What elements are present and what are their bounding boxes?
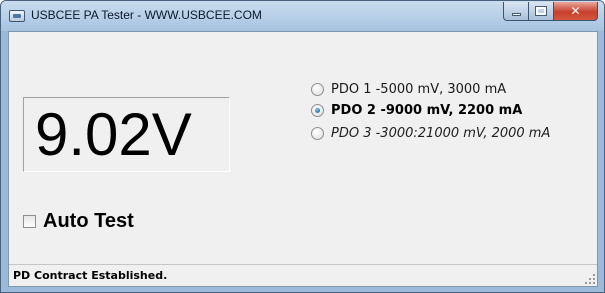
voltage-value: 9.02V <box>35 101 192 168</box>
pdo-option-2[interactable]: PDO 2 -9000 mV, 2200 mA <box>311 103 522 118</box>
title-bar[interactable]: USBCEE PA Tester - WWW.USBCEE.COM ✕ <box>1 1 604 31</box>
pdo-option-label: PDO 2 -9000 mV, 2200 mA <box>331 103 523 118</box>
minimize-button[interactable] <box>503 2 529 21</box>
resize-grip-icon[interactable] <box>584 273 595 284</box>
radio-button[interactable] <box>311 127 324 140</box>
pdo-option-1[interactable]: PDO 1 -5000 mV, 3000 mA <box>311 82 506 97</box>
pdo-option-label: PDO 3 -3000:21000 mV, 2000 mA <box>331 126 551 141</box>
auto-test-checkbox[interactable] <box>23 215 36 228</box>
radio-button[interactable] <box>311 83 324 96</box>
minimize-icon <box>511 12 521 16</box>
maximize-icon <box>535 6 547 16</box>
pdo-option-3[interactable]: PDO 3 -3000:21000 mV, 2000 mA <box>311 126 550 141</box>
window-title: USBCEE PA Tester - WWW.USBCEE.COM <box>31 8 262 22</box>
status-bar: PD Contract Established. <box>9 264 597 286</box>
caption-buttons: ✕ <box>503 2 598 21</box>
app-window: USBCEE PA Tester - WWW.USBCEE.COM ✕ 9.02… <box>0 0 605 293</box>
close-icon: ✕ <box>570 4 581 18</box>
maximize-button[interactable] <box>529 2 554 21</box>
pdo-option-label: PDO 1 -5000 mV, 3000 mA <box>331 82 507 97</box>
app-icon[interactable] <box>9 10 25 22</box>
auto-test-label: Auto Test <box>43 210 134 232</box>
auto-test-option[interactable]: Auto Test <box>23 210 134 233</box>
voltage-display: 9.02V <box>23 97 230 172</box>
client-area: 9.02V PDO 1 -5000 mV, 3000 mA PDO 2 -900… <box>8 31 598 287</box>
status-text: PD Contract Established. <box>13 269 168 282</box>
radio-button[interactable] <box>311 104 324 117</box>
close-button[interactable]: ✕ <box>554 2 598 21</box>
